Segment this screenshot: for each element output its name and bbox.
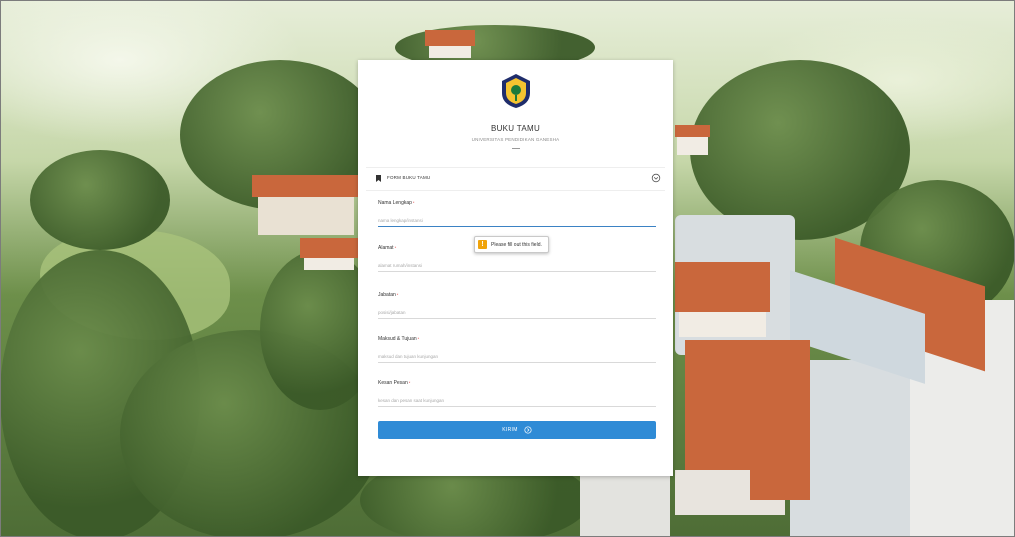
field-label: Jabatan*: [378, 292, 399, 298]
validation-tooltip: ! Please fill out this field.: [474, 236, 549, 253]
arrow-circle-icon: [524, 426, 532, 434]
field-label: Alamat*: [378, 245, 397, 251]
nama-lengkap-input[interactable]: [378, 214, 656, 227]
bookmark-icon: [376, 175, 381, 182]
form-section-title: FORM BUKU TAMU: [387, 175, 431, 180]
validation-message: Please fill out this field.: [491, 241, 542, 248]
title-divider: [512, 148, 520, 149]
alamat-input[interactable]: [378, 259, 656, 272]
field-label: Nama Lengkap*: [378, 200, 415, 206]
field-label: Kesan Pesan*: [378, 380, 411, 386]
jabatan-input[interactable]: [378, 306, 656, 319]
maksud-tujuan-input[interactable]: [378, 350, 656, 363]
submit-label: KIRIM: [502, 427, 518, 433]
collapse-icon[interactable]: [651, 173, 661, 183]
form-section-header: FORM BUKU TAMU: [366, 167, 665, 191]
app-subtitle: UNIVERSITAS PENDIDIKAN GANESHA: [471, 137, 560, 142]
guestbook-card: BUKU TAMU UNIVERSITAS PENDIDIKAN GANESHA…: [358, 60, 673, 476]
warning-icon: !: [478, 240, 487, 249]
university-logo: [502, 74, 530, 108]
field-label: Maksud & Tujuan*: [378, 336, 420, 342]
kesan-pesan-input[interactable]: [378, 394, 656, 407]
app-title: BUKU TAMU: [490, 124, 541, 133]
submit-button[interactable]: KIRIM: [378, 421, 656, 439]
